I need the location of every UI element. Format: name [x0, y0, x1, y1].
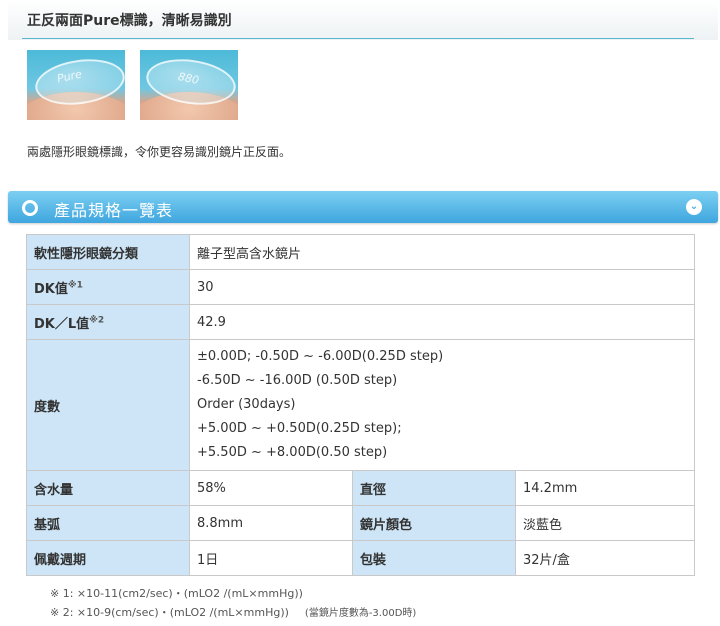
footnote-1: ※ 1: ×10-11(cm2/sec)・(mLO2 /(mL×mmHg)): [50, 587, 303, 600]
power-line: Order (30days): [197, 397, 296, 412]
power-line: ±0.00D; -0.50D ~ -6.00D(0.25D step): [197, 349, 444, 364]
lens-color-value: 淡藍色: [515, 505, 695, 541]
power-values: ±0.00D; -0.50D ~ -6.00D(0.25D step) -6.5…: [189, 339, 695, 471]
footnotes: ※ 1: ×10-11(cm2/sec)・(mLO2 /(mL×mmHg)) ※…: [50, 584, 416, 623]
dk-label-cell: DK值※1: [26, 269, 190, 305]
footnote-2-extra: (當鏡片度數為-3.00D時): [304, 608, 417, 619]
table-row: 軟性隱形眼鏡分類 離子型高含水鏡片: [26, 234, 695, 270]
table-row: 基弧 8.8mm 鏡片顏色 淡藍色: [26, 505, 695, 541]
lens-photo-number: 880: [140, 50, 238, 120]
dkl-value: 42.9: [189, 304, 695, 340]
dkl-label-cell: DK／L值※2: [26, 304, 190, 340]
dkl-note-mark: ※2: [89, 315, 105, 326]
power-line: +5.50D ~ +8.00D(0.50 step): [197, 445, 388, 460]
water-label: 含水量: [26, 470, 190, 506]
table-row: 度數 ±0.00D; -0.50D ~ -6.00D(0.25D step) -…: [26, 339, 695, 471]
spec-section-header[interactable]: 產品規格一覽表 ⌄: [8, 191, 718, 223]
circle-bullet-icon: [22, 200, 38, 216]
package-value: 32片/盒: [515, 540, 695, 576]
category-value: 離子型高含水鏡片: [189, 234, 695, 270]
footnote-2-row: ※ 2: ×10-9(cm/sec)・(mLO2 /(mL×mmHg)) (當鏡片…: [50, 603, 416, 623]
category-label: 軟性隱形眼鏡分類: [26, 234, 190, 270]
dk-label: DK值: [34, 281, 68, 297]
feature-title: 正反兩面Pure標識，清晰易識別: [27, 13, 232, 29]
table-row: DK值※1 30: [26, 269, 695, 305]
diameter-value: 14.2mm: [515, 470, 695, 506]
lens-color-label: 鏡片顏色: [352, 505, 516, 541]
base-curve-value: 8.8mm: [189, 505, 353, 541]
dk-value: 30: [189, 269, 695, 305]
footnote-2: ※ 2: ×10-9(cm/sec)・(mLO2 /(mL×mmHg)): [50, 606, 289, 619]
feature-divider: [22, 38, 694, 39]
spec-table: 軟性隱形眼鏡分類 離子型高含水鏡片 DK值※1 30 DK／L值※2 42.9 …: [26, 234, 695, 576]
power-line: +5.00D ~ +0.50D(0.25D step);: [197, 421, 402, 436]
spec-section-title: 產品規格一覽表: [54, 201, 174, 220]
water-value: 58%: [189, 470, 353, 506]
power-label: 度數: [26, 339, 190, 471]
feature-description: 兩處隱形眼鏡標識，令你更容易識別鏡片正反面。: [27, 145, 292, 159]
lens-photo-pure: Pure: [27, 50, 125, 120]
base-curve-label: 基弧: [26, 505, 190, 541]
table-row: 含水量 58% 直徑 14.2mm: [26, 470, 695, 506]
power-line: -6.50D ~ -16.00D (0.50D step): [197, 373, 398, 388]
wear-period-value: 1日: [189, 540, 353, 576]
diameter-label: 直徑: [352, 470, 516, 506]
chevron-down-icon[interactable]: ⌄: [686, 199, 702, 215]
package-label: 包裝: [352, 540, 516, 576]
wear-period-label: 佩戴週期: [26, 540, 190, 576]
dkl-label: DK／L值: [34, 316, 90, 332]
dk-note-mark: ※1: [67, 280, 83, 291]
table-row: 佩戴週期 1日 包裝 32片/盒: [26, 540, 695, 576]
table-row: DK／L值※2 42.9: [26, 304, 695, 340]
